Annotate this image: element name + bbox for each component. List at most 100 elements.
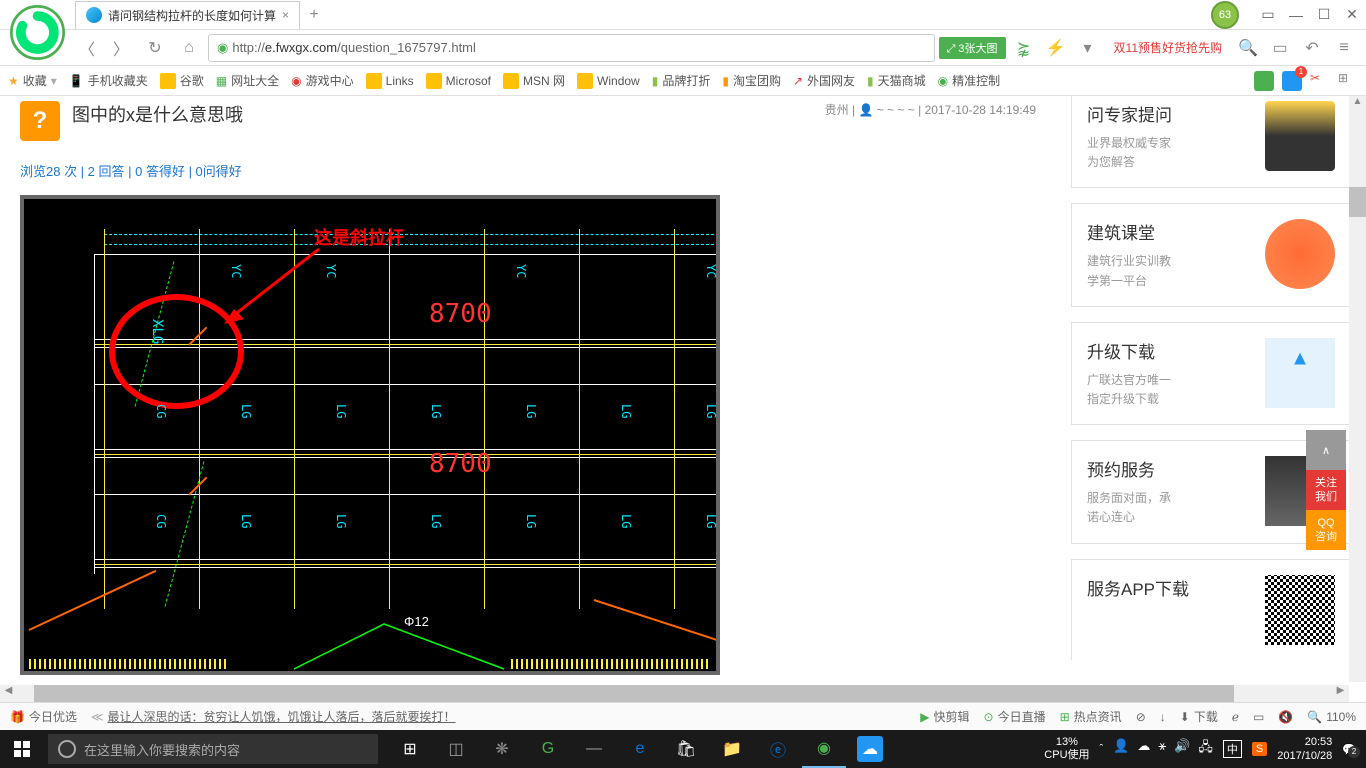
sidebar-card-expert[interactable]: 问专家提问 业界最权威专家为您解答 [1071, 96, 1351, 188]
star-icon: ★ [8, 74, 19, 88]
status-icon[interactable]: 🔇 [1278, 710, 1293, 724]
bookmark-item[interactable]: ▦网址大全 [216, 72, 279, 89]
question-stats[interactable]: 浏览28 次 | 2 回答 | 0 答得好 | 0问得好 [20, 161, 1036, 180]
status-live[interactable]: ⊙今日直播 [984, 708, 1046, 725]
favorites-button[interactable]: ★收藏▾ [8, 72, 57, 89]
follow-us-button[interactable]: 关注 我们 [1306, 470, 1346, 510]
float-button-group: ∧ 关注 我们 QQ 咨询 [1306, 430, 1346, 550]
sidebar-card-course[interactable]: 建筑课堂 建筑行业实训教学第一平台 [1071, 203, 1351, 306]
zoom-level[interactable]: 🔍110% [1307, 710, 1356, 724]
tray-clock[interactable]: 20:532017/10/28 [1277, 735, 1332, 764]
status-cut[interactable]: ▶快剪辑 [920, 708, 969, 725]
url-input[interactable]: ◉ http://e.fwxgx.com/question_1675797.ht… [208, 34, 935, 62]
status-download[interactable]: ⬇下载 [1180, 708, 1218, 725]
extension-icon[interactable] [1254, 71, 1274, 91]
bookmark-item[interactable]: 谷歌 [160, 72, 204, 89]
reader-icon[interactable]: ▭ [1266, 34, 1294, 62]
status-icon[interactable]: ▭ [1253, 710, 1264, 724]
tray-people-icon[interactable]: 👤 [1113, 738, 1129, 760]
search-icon[interactable]: 🔍 [1234, 34, 1262, 62]
bookmark-item[interactable]: Microsof [426, 73, 491, 89]
extension-icon[interactable]: ⊞ [1338, 71, 1358, 91]
bookmark-item[interactable]: MSN 网 [503, 72, 565, 89]
start-button[interactable] [0, 730, 44, 768]
status-hotspot[interactable]: ⊞热点资讯 [1060, 708, 1122, 725]
tray-volume-icon[interactable]: 🔊 [1174, 738, 1190, 760]
bookmark-item[interactable]: ◉游戏中心 [291, 72, 354, 89]
extension-icon[interactable]: 1 [1282, 71, 1302, 91]
title-bar: 请问钢结构拉杆的长度如何计算 × + 63 ▭ — ☐ ✕ [0, 0, 1366, 30]
bookmark-item[interactable]: ◉精准控制 [938, 72, 1001, 89]
taskbar-app[interactable]: ❋ [480, 730, 524, 768]
bookmark-item[interactable]: Window [577, 73, 640, 89]
cpu-meter[interactable]: 13%CPU使用 [1044, 736, 1089, 762]
ime-sogou-icon[interactable]: S [1252, 742, 1267, 756]
task-view-icon[interactable]: ⊞ [388, 730, 432, 768]
window-skin-icon[interactable]: ▭ [1254, 1, 1282, 29]
windows-taskbar: 在这里输入你要搜索的内容 ⊞ ◫ ❋ G — e 🛍 📁 ⓔ ◉ ☁ 13%CP… [0, 730, 1366, 768]
share-icon[interactable]: ⪺ [1010, 34, 1038, 62]
shield-badge[interactable]: 63 [1211, 1, 1239, 29]
today-picks-button[interactable]: 🎁今日优选 [10, 708, 77, 725]
dropdown-icon[interactable]: ▾ [1074, 34, 1102, 62]
folder-icon [426, 73, 442, 89]
status-icon[interactable]: ℯ [1232, 710, 1239, 724]
status-icon[interactable]: ↓ [1160, 710, 1166, 724]
scroll-top-button[interactable]: ∧ [1306, 430, 1346, 470]
taskbar-explorer[interactable]: 📁 [710, 730, 754, 768]
expert-avatar-icon [1265, 101, 1335, 171]
reload-button[interactable]: ↻ [140, 33, 170, 63]
cortana-search-input[interactable]: 在这里输入你要搜索的内容 [48, 734, 378, 764]
tray-cloud-icon[interactable]: ☁ [1137, 738, 1150, 760]
bookmark-item[interactable]: ▮品牌打折 [652, 72, 711, 89]
question-meta: 贵州 | 👤 ~ ~ ~ ~ | 2017-10-28 14:19:49 [825, 101, 1036, 118]
window-close-icon[interactable]: ✕ [1338, 1, 1366, 29]
taskbar-app[interactable]: — [572, 730, 616, 768]
bookmark-item[interactable]: ▮淘宝团购 [722, 72, 781, 89]
flash-icon[interactable]: ⚡ [1042, 34, 1070, 62]
status-icon[interactable]: ⊘ [1136, 710, 1146, 724]
sidebar: 问专家提问 业界最权威专家为您解答 建筑课堂 建筑行业实训教学第一平台 升级下载… [1056, 96, 1366, 682]
ime-indicator[interactable]: 中 [1223, 740, 1242, 758]
tray-network-icon[interactable]: 🖧 [1198, 738, 1213, 760]
vertical-scrollbar[interactable]: ▲ [1349, 96, 1366, 682]
sidebar-card-app[interactable]: 服务APP下载 [1071, 559, 1351, 660]
qq-consult-button[interactable]: QQ 咨询 [1306, 510, 1346, 550]
site-icon: ◉ [938, 74, 948, 88]
window-minimize-icon[interactable]: — [1282, 1, 1310, 29]
taskbar-app[interactable]: ☁ [848, 730, 892, 768]
taskbar-edge[interactable]: e [618, 730, 662, 768]
sidebar-card-download[interactable]: 升级下载 广联达官方唯一指定升级下载 [1071, 322, 1351, 425]
taskbar-360browser[interactable]: ◉ [802, 730, 846, 768]
browser-status-bar: 🎁今日优选 ≪最让人深思的话：贫穷让人饥饿，饥饿让人落后，落后就要挨打！ ▶快剪… [0, 702, 1366, 730]
browser-tab[interactable]: 请问钢结构拉杆的长度如何计算 × [75, 1, 300, 29]
menu-icon[interactable]: ≡ [1330, 34, 1358, 62]
taskbar-app[interactable]: G [526, 730, 570, 768]
back-button[interactable]: 〈 [72, 33, 102, 63]
taskbar-store[interactable]: 🛍 [664, 730, 708, 768]
bookmark-item[interactable]: ↗外国网友 [793, 72, 855, 89]
tray-expand-icon[interactable]: ˆ [1100, 743, 1104, 755]
question-icon: ? [20, 101, 60, 141]
scissors-icon: ▶ [920, 710, 929, 724]
taskbar-ie[interactable]: ⓔ [756, 730, 800, 768]
news-ticker[interactable]: ≪最让人深思的话：贫穷让人饥饿，饥饿让人落后，落后就要挨打！ [91, 708, 456, 725]
bookmark-item[interactable]: 📱手机收藏夹 [69, 72, 148, 89]
bookmarks-bar: ★收藏▾ 📱手机收藏夹 谷歌 ▦网址大全 ◉游戏中心 Links Microso… [0, 66, 1366, 96]
cortana-icon [58, 740, 76, 758]
extension-icon[interactable]: ✂ [1310, 71, 1330, 91]
tray-bluetooth-icon[interactable]: ⚹ [1158, 738, 1166, 760]
home-button[interactable]: ⌂ [174, 33, 204, 63]
notification-center-icon[interactable]: 💬2 [1342, 743, 1356, 756]
undo-icon[interactable]: ↶ [1298, 34, 1326, 62]
taskbar-app[interactable]: ◫ [434, 730, 478, 768]
window-maximize-icon[interactable]: ☐ [1310, 1, 1338, 29]
bookmark-item[interactable]: ▮天猫商城 [867, 72, 926, 89]
tab-close-icon[interactable]: × [282, 8, 289, 22]
bookmark-item[interactable]: Links [366, 73, 414, 89]
image-count-badge[interactable]: ⤢3张大图 [939, 37, 1006, 59]
horizontal-scrollbar[interactable]: ◀▶ [0, 685, 1349, 702]
forward-button[interactable]: 〉 [106, 33, 136, 63]
promo-link[interactable]: 双11预售好货抢先购 [1114, 39, 1222, 56]
new-tab-button[interactable]: + [300, 1, 328, 29]
